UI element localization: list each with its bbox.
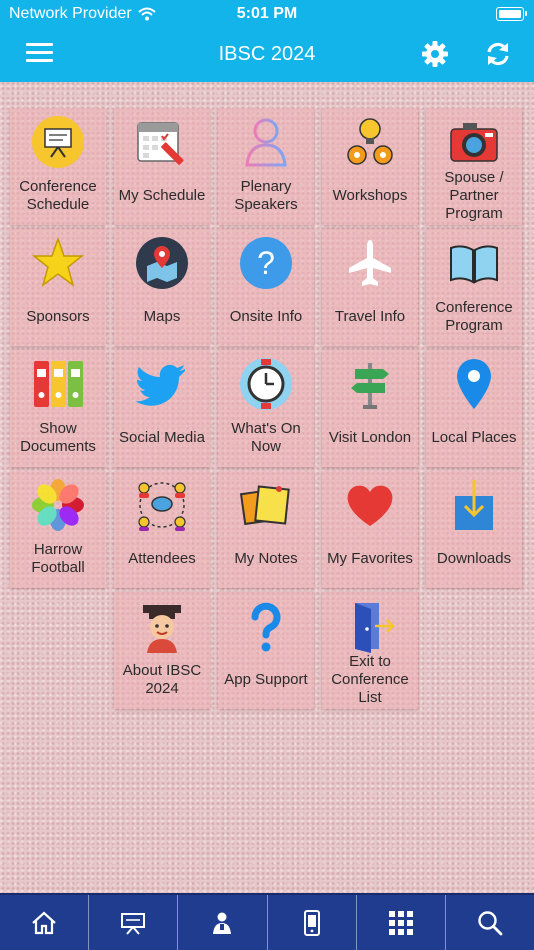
tile-my-notes[interactable]: My Notes	[218, 471, 314, 588]
tile-my-schedule[interactable]: My Schedule	[114, 108, 210, 225]
calendar-pencil-icon	[137, 122, 184, 165]
bottom-tab-bar	[0, 893, 534, 950]
battery-icon	[496, 7, 527, 21]
photos-flower-icon	[32, 479, 84, 531]
tab-mobile[interactable]	[268, 895, 357, 950]
tab-search[interactable]	[446, 895, 534, 950]
tile-label: Sponsors	[26, 307, 90, 325]
tile-maps[interactable]: Maps	[114, 229, 210, 346]
open-book-icon	[450, 245, 498, 284]
tile-downloads[interactable]: Downloads	[426, 471, 522, 588]
tile-label: My Notes	[234, 549, 298, 567]
tile-app-support[interactable]: App Support	[218, 592, 314, 709]
tile-exit-conference-list[interactable]: Exit to Conference List	[322, 592, 418, 709]
tile-visit-london[interactable]: Visit London	[322, 350, 418, 467]
tab-qr-code[interactable]	[357, 895, 446, 950]
tile-label: Show Documents	[20, 419, 96, 455]
tile-label: Onsite Info	[229, 307, 303, 325]
tile-label: Harrow Football	[31, 540, 85, 576]
exit-door-icon	[355, 603, 395, 653]
nav-bar: IBSC 2024	[0, 28, 534, 82]
map-pin-icon	[136, 237, 188, 289]
tile-conference-program[interactable]: Conference Program	[426, 229, 522, 346]
tile-label: Local Places	[431, 428, 517, 446]
tile-label: Plenary Speakers	[234, 177, 298, 213]
mobile-phone-icon	[303, 909, 320, 936]
tile-label: My Favorites	[327, 549, 413, 567]
svg-text:?: ?	[257, 245, 275, 281]
airplane-icon	[349, 240, 391, 286]
tile-plenary-speakers[interactable]: Plenary Speakers	[218, 108, 314, 225]
tile-label: App Support	[224, 670, 308, 688]
graduate-icon	[143, 605, 181, 653]
tile-my-favorites[interactable]: My Favorites	[322, 471, 418, 588]
tile-show-documents[interactable]: Show Documents	[10, 350, 106, 467]
tile-label: My Schedule	[118, 186, 206, 204]
tile-conference-schedule[interactable]: Conference Schedule	[10, 108, 106, 225]
tile-whats-on-now[interactable]: What's On Now	[218, 350, 314, 467]
tile-about-ibsc[interactable]: About IBSC 2024	[114, 592, 210, 709]
status-bar: Network Provider 5:01 PM	[0, 0, 534, 28]
gear-icon[interactable]	[421, 40, 449, 68]
tile-label: Downloads	[436, 549, 512, 567]
tile-attendees[interactable]: Attendees	[114, 471, 210, 588]
tile-label: About IBSC 2024	[122, 661, 202, 697]
refresh-icon[interactable]	[484, 40, 512, 68]
signpost-icon	[351, 363, 389, 409]
tile-workshops[interactable]: Workshops	[322, 108, 418, 225]
camera-icon	[450, 123, 498, 162]
tab-home[interactable]	[0, 895, 90, 950]
network-people-icon	[138, 482, 186, 531]
tile-spouse-partner-program[interactable]: Spouse / Partner Program	[426, 108, 522, 225]
tile-label: Visit London	[328, 428, 412, 446]
star-icon	[31, 236, 85, 287]
heart-icon	[347, 485, 393, 526]
tile-sponsors[interactable]: Sponsors	[10, 229, 106, 346]
question-mark-icon	[251, 602, 281, 652]
download-box-icon	[455, 480, 493, 530]
tile-label: Maps	[143, 307, 181, 325]
question-circle-icon: ?	[240, 237, 292, 289]
tile-label: Spouse / Partner Program	[444, 168, 504, 222]
tile-label: Attendees	[128, 549, 196, 567]
presentation-icon	[121, 912, 146, 935]
tile-label: Conference Schedule	[19, 177, 97, 213]
presentation-board-icon	[32, 116, 84, 168]
binders-icon	[34, 361, 83, 407]
tab-presentation[interactable]	[89, 895, 179, 950]
menu-grid: Conference Schedule My Schedule Plenary …	[10, 108, 522, 709]
sticky-notes-icon	[239, 485, 290, 526]
speaker-person-icon	[245, 118, 287, 167]
tile-label: Conference Program	[435, 298, 513, 334]
tile-travel-info[interactable]: Travel Info	[322, 229, 418, 346]
stopwatch-icon	[240, 358, 292, 410]
clock-time: 5:01 PM	[236, 5, 298, 22]
lightbulb-gears-icon	[347, 118, 393, 165]
home-icon	[32, 911, 56, 934]
tile-onsite-info[interactable]: ? Onsite Info	[218, 229, 314, 346]
tab-speakers[interactable]	[178, 895, 268, 950]
qr-grid-icon	[388, 910, 413, 935]
tile-label: Exit to Conference List	[331, 652, 409, 706]
tile-social-media[interactable]: Social Media	[114, 350, 210, 467]
tile-label: What's On Now	[231, 419, 301, 455]
location-pin-icon	[457, 359, 491, 409]
tile-label: Travel Info	[334, 307, 406, 325]
search-icon	[478, 910, 503, 935]
tile-local-places[interactable]: Local Places	[426, 350, 522, 467]
tile-label: Social Media	[119, 428, 205, 446]
page-title: IBSC 2024	[218, 43, 316, 65]
twitter-bird-icon	[135, 364, 185, 406]
tile-harrow-football[interactable]: Harrow Football	[10, 471, 106, 588]
tile-label: Workshops	[332, 186, 408, 204]
speaker-icon	[213, 912, 232, 934]
